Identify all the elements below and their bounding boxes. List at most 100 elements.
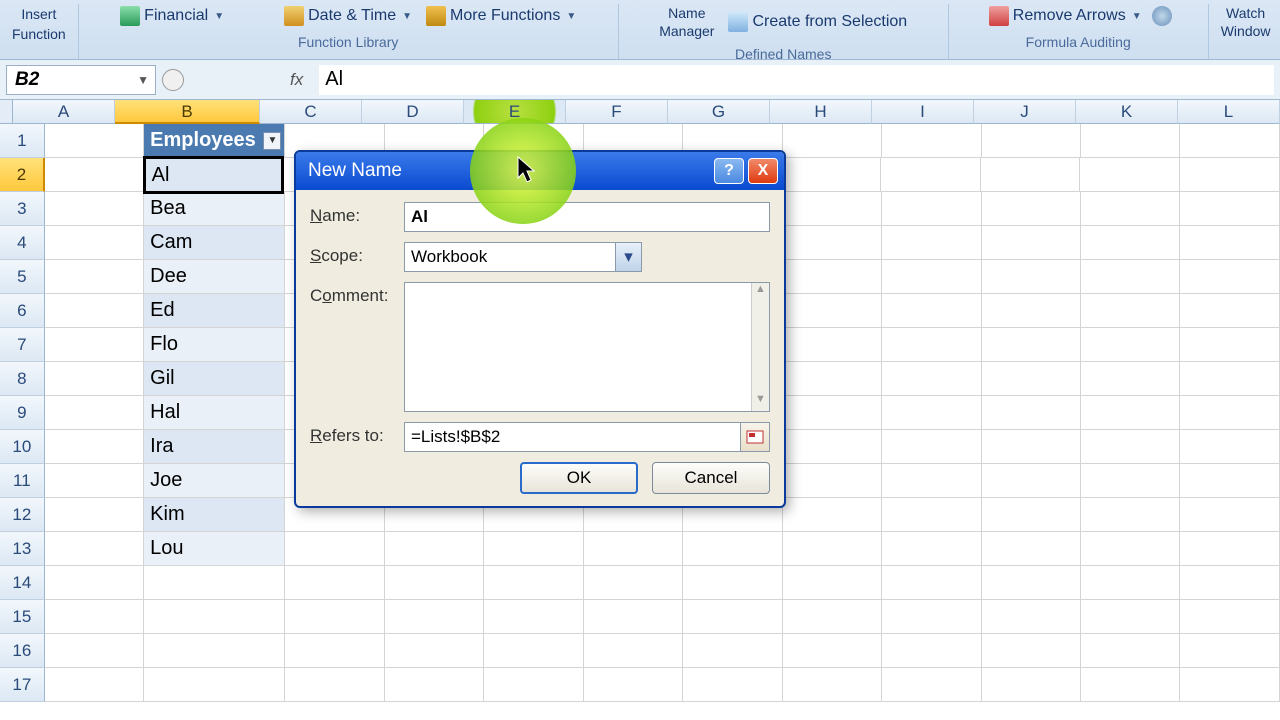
dialog-titlebar[interactable]: New Name ? X <box>296 152 784 190</box>
cell-A4[interactable] <box>45 226 144 260</box>
scroll-up-icon[interactable]: ▲ <box>752 283 769 301</box>
column-header-J[interactable]: J <box>974 100 1076 124</box>
row-header-11[interactable]: 11 <box>0 464 45 498</box>
cell-I11[interactable] <box>882 464 981 498</box>
cell-A16[interactable] <box>45 634 144 668</box>
cell-H14[interactable] <box>783 566 882 600</box>
cell-J10[interactable] <box>982 430 1081 464</box>
cell-J1[interactable] <box>982 124 1081 158</box>
row-header-5[interactable]: 5 <box>0 260 45 294</box>
column-header-C[interactable]: C <box>260 100 362 124</box>
cell-D17[interactable] <box>385 668 484 702</box>
cancel-button[interactable]: Cancel <box>652 462 770 494</box>
cell-F15[interactable] <box>584 600 683 634</box>
row-header-1[interactable]: 1 <box>0 124 45 158</box>
cell-H7[interactable] <box>783 328 882 362</box>
cell-A11[interactable] <box>45 464 144 498</box>
close-button[interactable]: X <box>748 158 778 184</box>
cell-B4[interactable]: Cam <box>144 226 285 260</box>
cell-I6[interactable] <box>882 294 981 328</box>
cell-H2[interactable] <box>781 158 881 192</box>
cell-K9[interactable] <box>1081 396 1180 430</box>
cell-G17[interactable] <box>683 668 782 702</box>
cell-E13[interactable] <box>484 532 583 566</box>
ok-button[interactable]: OK <box>520 462 638 494</box>
cell-I13[interactable] <box>882 532 981 566</box>
collapse-dialog-button[interactable] <box>740 422 770 452</box>
cell-H11[interactable] <box>783 464 882 498</box>
row-header-14[interactable]: 14 <box>0 566 45 600</box>
cell-A1[interactable] <box>45 124 144 158</box>
cell-K10[interactable] <box>1081 430 1180 464</box>
cell-J16[interactable] <box>982 634 1081 668</box>
row-header-10[interactable]: 10 <box>0 430 45 464</box>
cell-B13[interactable]: Lou <box>144 532 285 566</box>
cell-B7[interactable]: Flo <box>144 328 285 362</box>
formula-input[interactable] <box>319 65 1274 95</box>
name-manager-button[interactable]: NameManager <box>655 4 718 40</box>
cell-A15[interactable] <box>45 600 144 634</box>
cell-H3[interactable] <box>783 192 882 226</box>
column-header-L[interactable]: L <box>1178 100 1280 124</box>
cell-H13[interactable] <box>783 532 882 566</box>
insert-function-button[interactable]: Insert Function <box>8 4 70 44</box>
cell-H12[interactable] <box>783 498 882 532</box>
cell-J4[interactable] <box>982 226 1081 260</box>
cell-I10[interactable] <box>882 430 981 464</box>
column-header-H[interactable]: H <box>770 100 872 124</box>
cell-J12[interactable] <box>982 498 1081 532</box>
cell-A9[interactable] <box>45 396 144 430</box>
cell-I1[interactable] <box>882 124 981 158</box>
cell-I17[interactable] <box>882 668 981 702</box>
row-header-17[interactable]: 17 <box>0 668 45 702</box>
column-header-F[interactable]: F <box>566 100 668 124</box>
cell-C17[interactable] <box>285 668 384 702</box>
cell-H8[interactable] <box>783 362 882 396</box>
row-header-12[interactable]: 12 <box>0 498 45 532</box>
row-header-15[interactable]: 15 <box>0 600 45 634</box>
cell-B6[interactable]: Ed <box>144 294 285 328</box>
scrollbar[interactable]: ▲ ▼ <box>751 283 769 411</box>
cell-J2[interactable] <box>981 158 1081 192</box>
cell-A7[interactable] <box>45 328 144 362</box>
select-all-corner[interactable] <box>0 100 13 124</box>
row-header-4[interactable]: 4 <box>0 226 45 260</box>
cell-J17[interactable] <box>982 668 1081 702</box>
help-button[interactable]: ? <box>714 158 744 184</box>
more-functions-button[interactable]: More Functions▼ <box>422 4 580 28</box>
cell-F14[interactable] <box>584 566 683 600</box>
cell-H15[interactable] <box>783 600 882 634</box>
cell-I9[interactable] <box>882 396 981 430</box>
column-header-I[interactable]: I <box>872 100 974 124</box>
cell-L1[interactable] <box>1180 124 1279 158</box>
cell-F16[interactable] <box>584 634 683 668</box>
cell-L16[interactable] <box>1180 634 1279 668</box>
column-header-G[interactable]: G <box>668 100 770 124</box>
name-box[interactable]: B2 ▼ <box>6 65 156 95</box>
cell-A2[interactable] <box>45 158 145 192</box>
cell-L2[interactable] <box>1180 158 1280 192</box>
column-header-E[interactable]: E <box>464 100 566 124</box>
cell-I14[interactable] <box>882 566 981 600</box>
column-header-D[interactable]: D <box>362 100 464 124</box>
row-header-13[interactable]: 13 <box>0 532 45 566</box>
cell-H10[interactable] <box>783 430 882 464</box>
cell-B16[interactable] <box>144 634 285 668</box>
cell-C16[interactable] <box>285 634 384 668</box>
cell-J6[interactable] <box>982 294 1081 328</box>
cell-J11[interactable] <box>982 464 1081 498</box>
remove-arrows-button[interactable]: Remove Arrows▼ <box>985 4 1146 28</box>
cell-K1[interactable] <box>1081 124 1180 158</box>
cell-I15[interactable] <box>882 600 981 634</box>
cell-E14[interactable] <box>484 566 583 600</box>
cell-K15[interactable] <box>1081 600 1180 634</box>
cell-B9[interactable]: Hal <box>144 396 285 430</box>
cell-C14[interactable] <box>285 566 384 600</box>
cell-B14[interactable] <box>144 566 285 600</box>
cell-L15[interactable] <box>1180 600 1279 634</box>
cell-B5[interactable]: Dee <box>144 260 285 294</box>
cell-K3[interactable] <box>1081 192 1180 226</box>
cell-K7[interactable] <box>1081 328 1180 362</box>
cell-L13[interactable] <box>1180 532 1279 566</box>
cell-I4[interactable] <box>882 226 981 260</box>
